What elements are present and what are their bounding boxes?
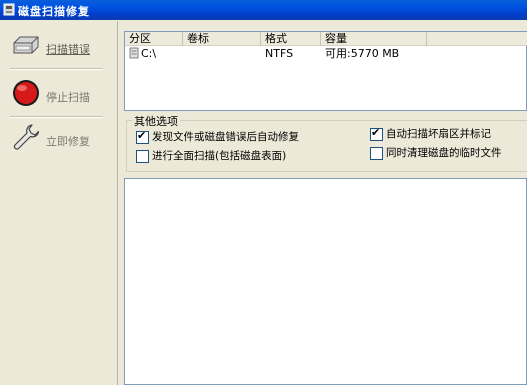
stop-scan-label: 停止扫描 xyxy=(46,91,90,104)
column-volume-label[interactable]: 卷标 xyxy=(183,32,261,46)
stop-scan-button[interactable]: 停止扫描 xyxy=(6,73,106,119)
column-capacity[interactable]: 容量 xyxy=(321,32,427,46)
window-title: 磁盘扫描修复 xyxy=(18,5,90,18)
full-scan-label: 进行全面扫描(包括磁盘表面) xyxy=(152,150,287,162)
other-options-group: 其他选项 ✔ 发现文件或磁盘错误后自动修复 ✔ 自动扫描坏扇区并标记 进行全面扫… xyxy=(124,111,527,174)
hard-disk-icon xyxy=(13,36,39,54)
checkmark-icon: ✔ xyxy=(137,129,147,142)
checkbox-box xyxy=(136,150,149,163)
disk-list-header: 分区 卷标 格式 容量 xyxy=(125,32,527,46)
disk-list[interactable]: 分区 卷标 格式 容量 C:\ NTFS 可用:5770 MB xyxy=(124,31,527,111)
column-partition[interactable]: 分区 xyxy=(125,32,183,46)
row-partition: C:\ xyxy=(141,47,157,60)
sidebar: 扫描错误 停止扫描 立即修复 xyxy=(0,21,118,385)
checkbox-box xyxy=(370,147,383,160)
app-icon xyxy=(3,3,15,16)
drive-icon xyxy=(129,47,139,59)
auto-repair-label: 发现文件或磁盘错误后自动修复 xyxy=(152,131,299,143)
column-format[interactable]: 格式 xyxy=(261,32,321,46)
title-bar: 磁盘扫描修复 xyxy=(0,0,527,20)
row-capacity: 可用:5770 MB xyxy=(325,47,400,60)
sidebar-separator xyxy=(10,68,103,70)
repair-now-label: 立即修复 xyxy=(46,135,90,148)
options-legend: 其他选项 xyxy=(132,113,180,129)
scan-errors-label: 扫描错误 xyxy=(46,43,90,56)
scan-log-area[interactable] xyxy=(124,178,527,385)
stop-icon xyxy=(13,80,39,106)
scan-errors-button[interactable]: 扫描错误 xyxy=(6,25,106,71)
clean-temp-files-label: 同时清理磁盘的临时文件 xyxy=(386,147,502,159)
checkmark-icon: ✔ xyxy=(371,126,381,139)
repair-now-button[interactable]: 立即修复 xyxy=(6,117,106,163)
mark-bad-sectors-label: 自动扫描坏扇区并标记 xyxy=(386,128,491,140)
wrench-icon xyxy=(13,124,40,150)
row-format: NTFS xyxy=(265,47,294,60)
